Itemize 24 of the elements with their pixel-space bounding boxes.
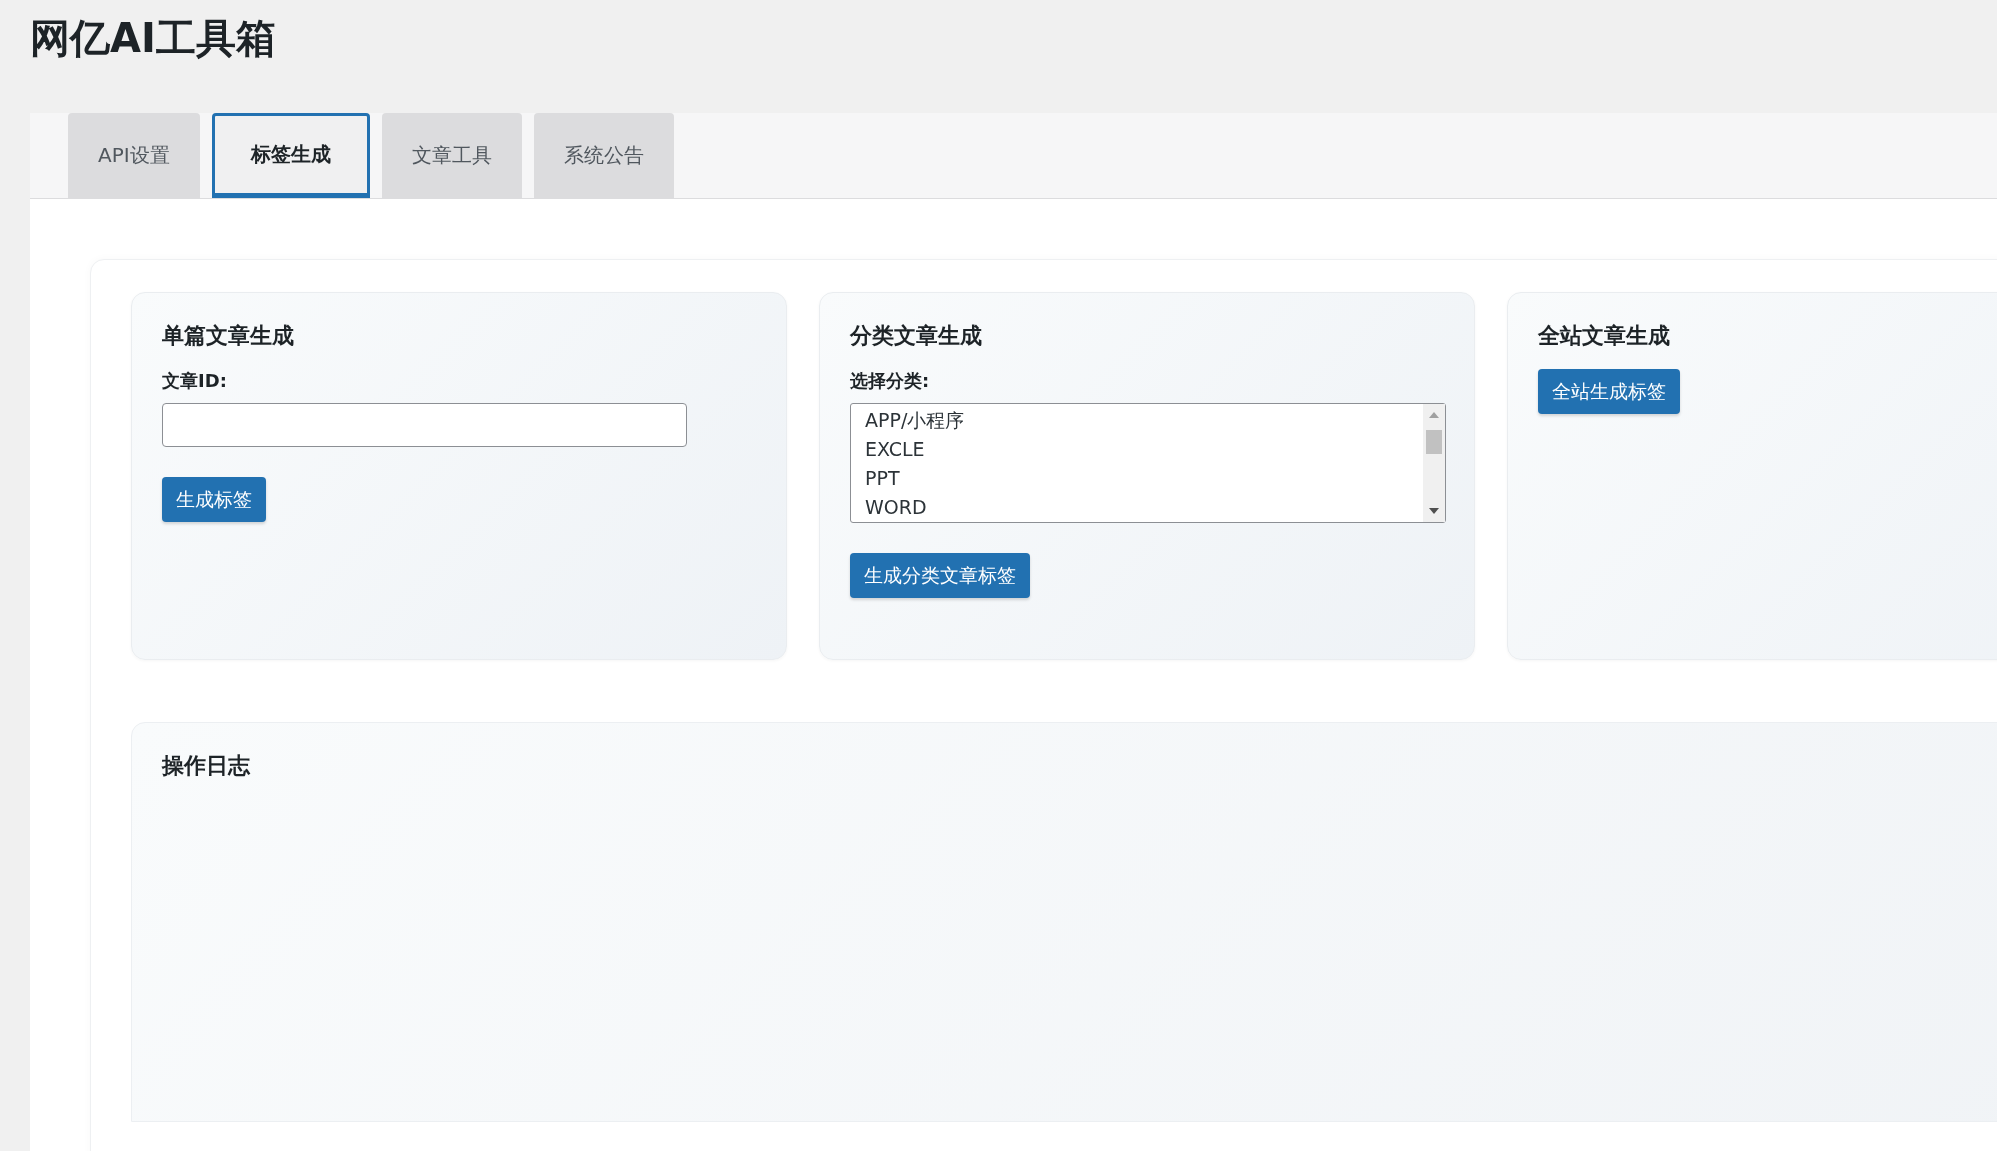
- generate-button[interactable]: 生成标签: [162, 477, 266, 522]
- tab[interactable]: 标签生成: [211, 113, 370, 198]
- category-option[interactable]: EXCLE: [865, 435, 925, 464]
- field-label: 选择分类:: [850, 369, 930, 393]
- scroll-up-icon[interactable]: [1429, 412, 1439, 418]
- tab[interactable]: API设置: [68, 113, 200, 198]
- page-title: 网亿AI工具箱: [30, 14, 276, 63]
- card-title: 全站文章生成: [1538, 322, 1670, 350]
- article-id-field[interactable]: [162, 403, 687, 447]
- generate-button[interactable]: 全站生成标签: [1538, 369, 1680, 414]
- scroll-down-icon[interactable]: [1429, 508, 1439, 514]
- category-option[interactable]: APP/小程序: [865, 406, 965, 435]
- card-title: 单篇文章生成: [162, 322, 294, 350]
- category-option[interactable]: WORD: [865, 493, 927, 522]
- tab[interactable]: 文章工具: [381, 113, 522, 198]
- category-listbox[interactable]: APP/小程序 EXCLE PPT WORD: [850, 403, 1446, 523]
- log-title: 操作日志: [162, 752, 250, 780]
- scrollbar-thumb[interactable]: [1426, 430, 1442, 454]
- tab[interactable]: 系统公告: [533, 113, 674, 198]
- field-label: 文章ID:: [162, 369, 227, 393]
- generate-button[interactable]: 生成分类文章标签: [850, 553, 1030, 598]
- category-option[interactable]: PPT: [865, 464, 900, 493]
- scrollbar[interactable]: [1423, 404, 1445, 522]
- card-title: 分类文章生成: [850, 322, 982, 350]
